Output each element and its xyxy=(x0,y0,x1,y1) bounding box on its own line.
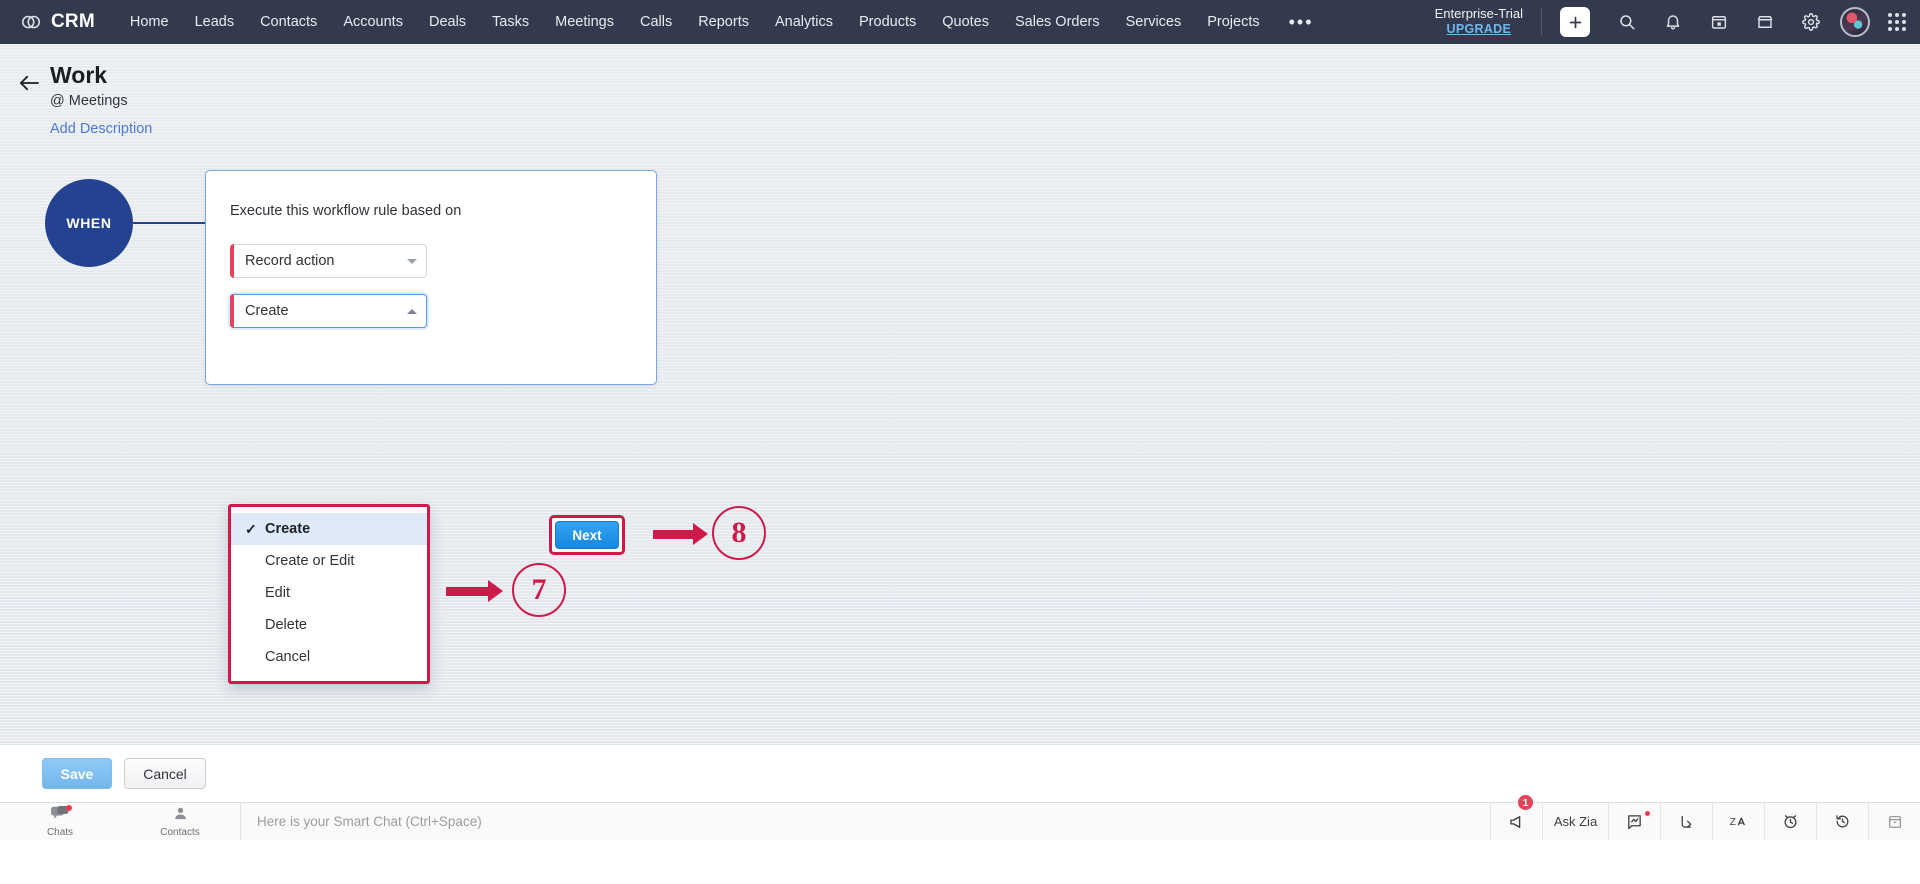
bottom-status-bar: Chats Contacts Here is your Smart Chat (… xyxy=(0,794,1920,840)
dropdown-option-create[interactable]: ✓ Create xyxy=(231,513,427,546)
nav-item-meetings[interactable]: Meetings xyxy=(542,0,627,44)
alarm-clock-icon[interactable] xyxy=(1764,803,1816,840)
person-icon xyxy=(173,806,188,826)
dropdown-option-edit[interactable]: ✓ Edit xyxy=(231,577,427,609)
record-action-value: Create xyxy=(245,303,289,320)
search-icon[interactable] xyxy=(1610,5,1644,39)
calendar-icon[interactable] xyxy=(1702,5,1736,39)
page-title: Work xyxy=(50,62,108,88)
annotation-arrow-7 xyxy=(446,580,503,603)
chart-icon[interactable] xyxy=(1608,803,1660,840)
page-title-block: Work @ Meetings xyxy=(50,62,128,109)
nav-item-accounts[interactable]: Accounts xyxy=(330,0,416,44)
save-button[interactable]: Save xyxy=(42,758,112,789)
workflow-canvas: WHEN Execute this workflow rule based on… xyxy=(0,165,1920,685)
nav-divider xyxy=(1541,9,1542,35)
trial-label: Enterprise-Trial xyxy=(1434,6,1523,22)
announcement-badge: 1 xyxy=(1517,794,1534,811)
form-action-bar: Save Cancel xyxy=(0,744,1920,802)
megaphone-icon[interactable]: 1 xyxy=(1490,794,1542,840)
dropdown-option-cancel[interactable]: ✓ Cancel xyxy=(231,641,427,673)
avatar[interactable] xyxy=(1840,7,1870,37)
smart-chat-placeholder: Here is your Smart Chat (Ctrl+Space) xyxy=(257,814,482,829)
flow-connector-line xyxy=(133,222,206,225)
brand-name: CRM xyxy=(51,11,95,32)
ask-zia-label: Ask Zia xyxy=(1553,814,1598,829)
when-node-label: WHEN xyxy=(66,215,112,232)
next-button-highlight-wrap: Next xyxy=(549,515,625,556)
annotation-arrow-8 xyxy=(653,523,708,546)
nav-item-quotes[interactable]: Quotes xyxy=(929,0,1002,44)
nav-item-projects[interactable]: Projects xyxy=(1194,0,1272,44)
archive-icon[interactable] xyxy=(1868,803,1920,840)
contacts-label: Contacts xyxy=(160,826,200,838)
page-header: Work @ Meetings Add Description xyxy=(0,44,1920,137)
cancel-button-label: Cancel xyxy=(143,765,187,782)
back-arrow-icon[interactable] xyxy=(16,70,42,96)
trigger-type-select[interactable]: Record action xyxy=(230,244,427,279)
nav-item-reports[interactable]: Reports xyxy=(685,0,762,44)
chats-icon xyxy=(50,804,72,826)
add-description-link[interactable]: Add Description xyxy=(50,121,1920,137)
annotation-badge-8: 8 xyxy=(712,506,766,561)
nav-item-calls[interactable]: Calls xyxy=(627,0,685,44)
ask-zia-button[interactable]: Ask Zia xyxy=(1542,803,1608,840)
next-button-label: Next xyxy=(572,527,602,543)
share-icon[interactable] xyxy=(1660,803,1712,840)
nav-item-home[interactable]: Home xyxy=(117,0,182,44)
dropdown-option-label: Edit xyxy=(265,585,290,602)
nav-item-deals[interactable]: Deals xyxy=(416,0,479,44)
next-button-highlight: Next xyxy=(549,515,625,556)
store-icon[interactable] xyxy=(1748,5,1782,39)
trigger-type-value: Record action xyxy=(245,253,335,270)
nav-item-analytics[interactable]: Analytics xyxy=(762,0,846,44)
chats-button[interactable]: Chats xyxy=(0,803,120,840)
nav-item-products[interactable]: Products xyxy=(846,0,929,44)
svg-text:Z: Z xyxy=(1729,817,1735,828)
main-nav-items: Home Leads Contacts Accounts Deals Tasks… xyxy=(117,0,1330,44)
gear-icon[interactable] xyxy=(1794,5,1828,39)
record-action-dropdown-list: ✓ Create ✓ Create or Edit ✓ Edit ✓ Delet… xyxy=(228,504,430,685)
apps-grid-icon[interactable] xyxy=(1888,13,1906,31)
when-node[interactable]: WHEN xyxy=(45,179,133,268)
dropdown-option-label: Create xyxy=(265,521,311,538)
nav-more-icon[interactable]: ••• xyxy=(1273,7,1330,37)
cancel-button[interactable]: Cancel xyxy=(124,758,206,789)
page-subtitle: @ Meetings xyxy=(50,93,128,110)
annotation-badge-7: 7 xyxy=(512,563,566,618)
nav-item-services[interactable]: Services xyxy=(1113,0,1195,44)
zoho-crm-logo-icon xyxy=(20,11,42,33)
history-icon[interactable] xyxy=(1816,803,1868,840)
bell-icon[interactable] xyxy=(1656,5,1690,39)
card-prompt: Execute this workflow rule based on xyxy=(230,203,462,220)
trial-status: Enterprise-Trial UPGRADE xyxy=(1434,6,1523,36)
contacts-button[interactable]: Contacts xyxy=(120,803,240,840)
save-button-label: Save xyxy=(60,765,94,782)
top-navigation-bar: CRM Home Leads Contacts Accounts Deals T… xyxy=(0,0,1920,44)
chevron-up-icon xyxy=(407,308,417,314)
workflow-builder-page: Work @ Meetings Add Description WHEN Exe… xyxy=(0,44,1920,840)
chevron-down-icon xyxy=(407,258,417,264)
nav-item-leads[interactable]: Leads xyxy=(182,0,248,44)
dropdown-option-delete[interactable]: ✓ Delete xyxy=(231,609,427,641)
nav-item-contacts[interactable]: Contacts xyxy=(247,0,330,44)
brand-logo[interactable]: CRM xyxy=(20,11,95,33)
dropdown-option-label: Cancel xyxy=(265,649,311,666)
status-bar-right-icons: 1 Ask Zia Z xyxy=(1490,794,1920,840)
when-condition-card: Execute this workflow rule based on Reco… xyxy=(205,170,657,386)
chats-label: Chats xyxy=(46,826,74,838)
dropdown-option-label: Create or Edit xyxy=(265,553,355,570)
next-button[interactable]: Next xyxy=(555,521,619,550)
nav-item-sales-orders[interactable]: Sales Orders xyxy=(1002,0,1113,44)
record-action-select[interactable]: Create xyxy=(230,294,427,329)
smart-chat-input[interactable]: Here is your Smart Chat (Ctrl+Space) xyxy=(240,803,1490,840)
nav-item-tasks[interactable]: Tasks xyxy=(479,0,542,44)
plus-icon[interactable] xyxy=(1560,7,1590,37)
dropdown-option-create-or-edit[interactable]: ✓ Create or Edit xyxy=(231,545,427,577)
translate-icon[interactable]: Z xyxy=(1712,803,1764,840)
dropdown-option-label: Delete xyxy=(265,617,307,634)
upgrade-link[interactable]: UPGRADE xyxy=(1435,22,1523,36)
check-icon: ✓ xyxy=(245,520,257,537)
page-header-row: Work @ Meetings xyxy=(16,62,1920,109)
